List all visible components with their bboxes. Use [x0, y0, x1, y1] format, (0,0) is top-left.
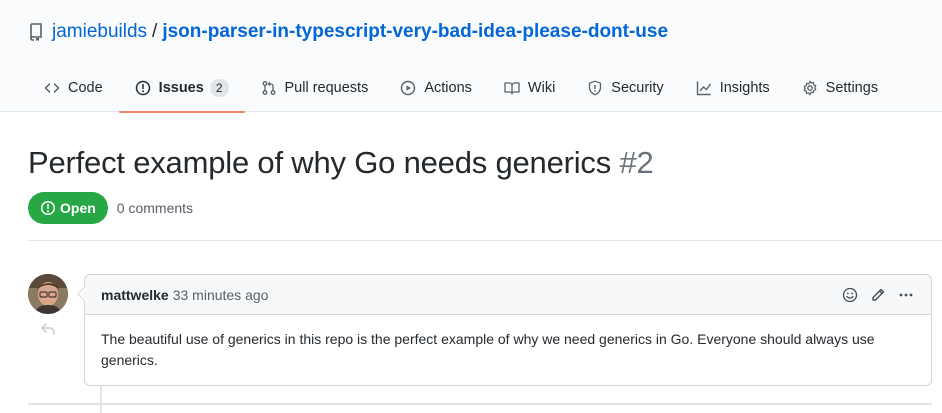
repo-icon: [28, 23, 44, 41]
tab-security-label: Security: [611, 80, 664, 96]
tab-actions-label: Actions: [424, 80, 472, 96]
tab-code[interactable]: Code: [28, 64, 119, 112]
git-pull-request-icon: [261, 80, 277, 96]
gear-icon: [802, 80, 818, 96]
tab-issues[interactable]: Issues 2: [118, 64, 245, 113]
comment-timestamp[interactable]: 33 minutes ago: [173, 287, 269, 303]
issue-title: Perfect example of why Go needs generics…: [28, 145, 654, 181]
repo-header: jamiebuilds / json-parser-in-typescript-…: [0, 0, 942, 113]
shield-icon: [587, 80, 603, 96]
comment-box: mattwelke 33 minutes ago The beautiful u…: [77, 274, 932, 386]
comment-header: mattwelke 33 minutes ago: [85, 275, 931, 315]
avatar[interactable]: [28, 274, 68, 314]
tab-insights-label: Insights: [719, 80, 770, 96]
kebab-horizontal-icon[interactable]: [897, 286, 915, 304]
issue-meta: Open 0 comments: [28, 192, 193, 224]
timeline-divider: [28, 403, 932, 405]
play-icon: [400, 80, 416, 96]
repo-name-link[interactable]: json-parser-in-typescript-very-bad-idea-…: [162, 21, 668, 43]
code-icon: [44, 80, 60, 96]
book-icon: [504, 80, 520, 96]
repo-owner-link[interactable]: jamiebuilds: [52, 21, 147, 43]
comment-author-link[interactable]: mattwelke: [101, 287, 169, 303]
pencil-icon[interactable]: [869, 286, 887, 304]
graph-icon: [696, 80, 712, 96]
issue-state-badge: Open: [28, 192, 108, 224]
tab-wiki[interactable]: Wiki: [488, 64, 571, 112]
comment-count: 0 comments: [116, 200, 194, 216]
tab-code-label: Code: [68, 80, 103, 96]
tab-wiki-label: Wiki: [527, 80, 556, 96]
tab-settings[interactable]: Settings: [786, 64, 894, 112]
tab-settings-label: Settings: [825, 80, 879, 96]
issue-title-text: Perfect example of why Go needs generics: [28, 145, 612, 180]
reply-icon[interactable]: [40, 322, 56, 336]
smiley-icon[interactable]: [841, 286, 859, 304]
tab-pull-requests-label: Pull requests: [284, 80, 369, 96]
repo-separator: /: [152, 21, 158, 42]
repo-tabs: Code Issues 2 Pull requests Actions Wiki…: [28, 64, 894, 113]
comment-body: The beautiful use of generics in this re…: [101, 331, 875, 368]
issues-counter: 2: [209, 79, 229, 97]
tab-insights[interactable]: Insights: [680, 64, 786, 112]
comment-actions: [841, 286, 915, 304]
issue-number: #2: [619, 145, 654, 180]
tab-security[interactable]: Security: [571, 64, 679, 112]
repo-title: jamiebuilds / json-parser-in-typescript-…: [28, 20, 668, 44]
issue-opened-icon: [135, 80, 151, 96]
tab-actions[interactable]: Actions: [384, 64, 488, 112]
tab-issues-label: Issues: [158, 80, 204, 96]
header-divider: [28, 240, 942, 241]
issue-opened-icon: [40, 200, 56, 216]
issue-state-label: Open: [60, 200, 96, 216]
tab-pull-requests[interactable]: Pull requests: [245, 64, 385, 112]
timeline-line: [100, 386, 102, 413]
